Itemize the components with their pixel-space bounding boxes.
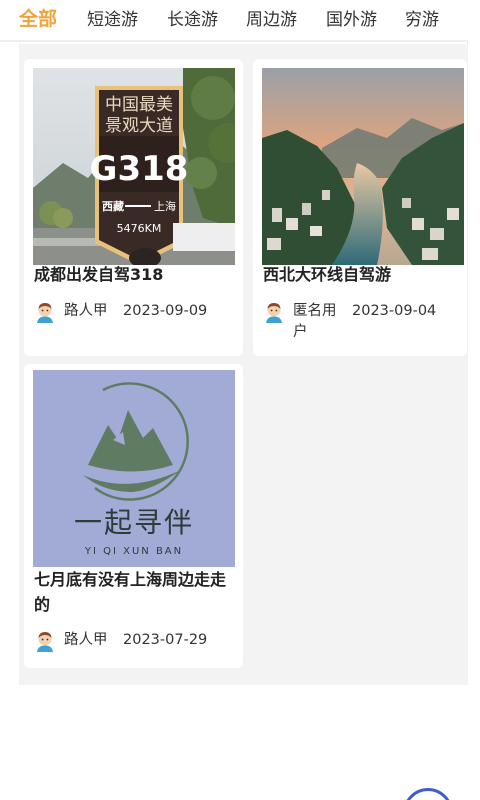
tab-budget-trip[interactable]: 穷游 [405, 7, 439, 33]
tab-long-trip[interactable]: 长途游 [167, 7, 218, 33]
post-author: 匿名用户 [293, 303, 337, 340]
tab-short-trip[interactable]: 短途游 [87, 7, 138, 33]
tab-all[interactable]: 全部 [19, 6, 57, 32]
post-grid: 中国最美 景观大道 G318 西藏 上海 5476KM 成都出发自驾318 路人… [19, 44, 468, 685]
post-author: 路人甲 [64, 303, 108, 319]
scrollbar-track[interactable] [467, 0, 480, 800]
logo-pinyin: YI QI XUN BAN [84, 546, 183, 557]
post-title: 七月底有没有上海周边走走的 [34, 570, 227, 614]
post-card[interactable]: 中国最美 景观大道 G318 西藏 上海 5476KM 成都出发自驾318 路人… [24, 59, 243, 356]
post-image: 一起寻伴 YI QI XUN BAN [33, 370, 235, 567]
post-card[interactable]: 西北大环线自驾游 匿名用户 2023-09-04 [253, 59, 467, 356]
post-card[interactable]: 一起寻伴 YI QI XUN BAN 七月底有没有上海周边走走的 路人甲 202… [24, 364, 243, 668]
sign-right: 上海 [154, 199, 176, 213]
sign-line2: 景观大道 [105, 116, 173, 136]
logo-name: 一起寻伴 [74, 506, 194, 539]
sign-line1: 中国最美 [105, 95, 173, 115]
post-author: 路人甲 [64, 632, 108, 648]
tab-abroad-trip[interactable]: 国外游 [326, 7, 377, 33]
post-date: 2023-07-29 [123, 632, 208, 648]
post-image [262, 68, 464, 265]
tab-nearby-trip[interactable]: 周边游 [246, 7, 297, 33]
page: 全部 短途游 长途游 周边游 国外游 穷游 中国最美 景观大道 G318 西藏 … [0, 0, 480, 800]
user-avatar-icon [37, 632, 53, 652]
post-title: 西北大环线自驾游 [263, 265, 392, 284]
post-title: 成都出发自驾318 [34, 265, 164, 284]
post-image: 中国最美 景观大道 G318 西藏 上海 5476KM [33, 68, 235, 265]
sign-km: 5476KM [117, 222, 162, 235]
user-avatar-icon [266, 303, 282, 323]
sign-road: G318 [90, 149, 189, 189]
post-date: 2023-09-04 [352, 303, 437, 319]
user-avatar-icon [37, 303, 53, 323]
list-footer [19, 685, 468, 800]
sign-left: 西藏 [102, 199, 124, 213]
category-tabs: 全部 短途游 长途游 周边游 国外游 穷游 [0, 0, 468, 42]
post-date: 2023-09-09 [123, 303, 208, 319]
